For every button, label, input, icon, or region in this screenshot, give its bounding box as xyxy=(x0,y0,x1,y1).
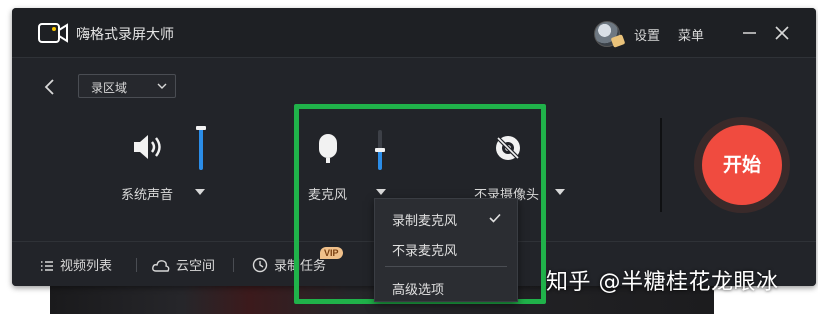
menu-item-advanced[interactable]: 高级选项 xyxy=(375,274,517,300)
menu-link[interactable]: 菜单 xyxy=(678,25,704,44)
speaker-icon[interactable] xyxy=(132,132,168,162)
title-bar: 嗨格式录屏大师 设置 菜单 xyxy=(12,8,816,58)
system-sound-dropdown-icon[interactable] xyxy=(195,189,205,195)
menu-item-label: 高级选项 xyxy=(392,283,445,298)
check-icon xyxy=(489,213,501,223)
cloud-space-button[interactable]: 云空间 xyxy=(152,255,215,274)
region-select[interactable]: 录区域 xyxy=(78,74,176,98)
list-icon xyxy=(41,261,53,271)
mic-dropdown-menu: 录制麦克风 不录麦克风 高级选项 xyxy=(374,198,518,302)
close-icon[interactable] xyxy=(769,20,795,46)
watermark-text: 知乎 @半糖桂花龙眼冰 xyxy=(546,270,779,295)
menu-item-label: 录制麦克风 xyxy=(392,214,458,229)
video-list-button[interactable]: 视频列表 xyxy=(40,255,112,274)
cloud-space-label: 云空间 xyxy=(176,259,216,274)
camera-dropdown-icon[interactable] xyxy=(555,189,565,195)
menu-item-record-mic[interactable]: 录制麦克风 xyxy=(375,205,517,231)
camera-logo-icon xyxy=(38,23,68,43)
app-title: 嗨格式录屏大师 xyxy=(76,27,174,43)
minimize-icon[interactable] xyxy=(736,20,762,46)
chevron-down-icon xyxy=(157,83,167,89)
video-list-label: 视频列表 xyxy=(60,259,113,274)
system-volume-knob[interactable] xyxy=(196,126,206,130)
menu-item-label: 不录麦克风 xyxy=(392,244,458,259)
avatar-badge-icon xyxy=(610,34,626,48)
bottom-separator xyxy=(233,258,234,272)
start-button-ring: 开始 xyxy=(694,117,790,213)
menu-separator xyxy=(385,266,507,267)
region-select-value: 录区域 xyxy=(91,81,128,95)
cloud-icon xyxy=(152,260,170,272)
settings-link[interactable]: 设置 xyxy=(634,25,660,44)
system-volume-fill xyxy=(199,128,203,170)
system-volume-slider[interactable] xyxy=(196,126,206,170)
bottom-separator xyxy=(136,258,137,272)
back-chevron-icon[interactable] xyxy=(42,76,58,98)
clock-icon xyxy=(252,257,268,273)
system-sound-label: 系统声音 xyxy=(121,188,174,203)
menu-item-no-mic[interactable]: 不录麦克风 xyxy=(375,235,517,261)
vertical-divider xyxy=(660,118,662,212)
start-button[interactable]: 开始 xyxy=(702,125,782,205)
